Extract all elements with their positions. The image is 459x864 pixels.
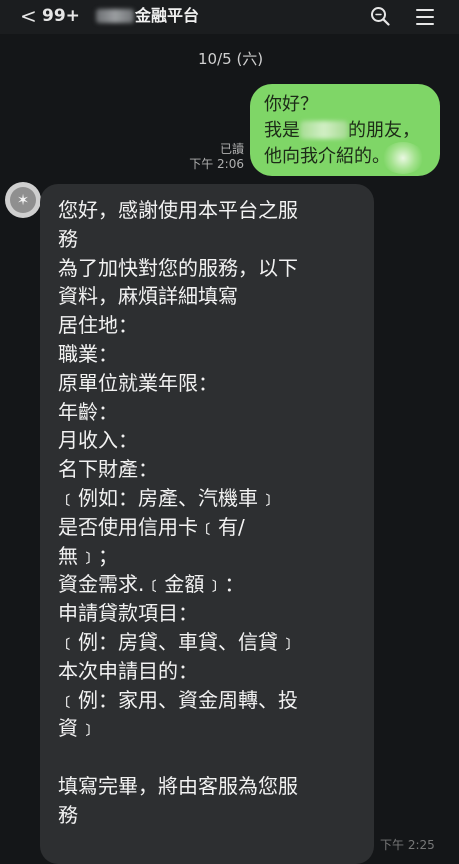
blurred-name-redaction xyxy=(96,9,134,23)
message-line: 資金需求.﹝金額﹞： xyxy=(58,572,245,597)
message-line: 原單位就業年限： xyxy=(58,370,218,395)
back-chevron-icon[interactable]: < xyxy=(20,4,37,28)
light-glare xyxy=(382,142,424,174)
message-line: ﹝例如：房產、汽機車﹞ xyxy=(58,485,278,510)
menu-icon[interactable] xyxy=(416,9,434,25)
message-timestamp: 下午 2:06 xyxy=(189,157,244,171)
message-line: 無﹞； xyxy=(58,543,118,568)
message-line: 你好？ xyxy=(264,94,318,115)
message-timestamp: 下午 2:25 xyxy=(380,838,435,852)
message-line: 職業： xyxy=(58,341,118,366)
message-line xyxy=(58,743,364,772)
message-line: 名下財產： xyxy=(58,457,158,482)
message-line: 填寫完畢，將由客服為您服 xyxy=(58,773,298,798)
message-line: 月收入： xyxy=(58,428,138,453)
message-line: ﹝例：房貸、車貸、信貸﹞ xyxy=(58,629,298,654)
message-line: 務 xyxy=(58,802,78,827)
message-line: 務 xyxy=(58,226,78,251)
message-text: 的朋友， xyxy=(348,120,420,141)
incoming-message-bubble[interactable]: 您好，感謝使用本平台之服務為了加快對您的服務，以下 資料，麻煩詳細填寫 居住地： 職業… xyxy=(40,184,374,864)
message-line: 您好，感謝使用本平台之服 xyxy=(58,198,298,222)
message-line: 居住地： xyxy=(58,313,138,338)
contact-avatar[interactable]: ✶ xyxy=(5,182,41,218)
date-separator: 10/5 (六) xyxy=(198,50,264,68)
message-line: ﹝例：家用、資金周轉、投 xyxy=(58,687,298,712)
message-line: 資料，麻煩詳細填寫 xyxy=(58,284,238,309)
message-line: 本次申請目的： xyxy=(58,658,198,683)
chat-header: < 99+ 金融平台 xyxy=(0,0,459,34)
message-line: 是否使用信用卡﹝有/ xyxy=(58,514,245,539)
unread-count[interactable]: 99+ xyxy=(42,6,80,26)
blurred-name-redaction xyxy=(300,121,348,139)
message-line: 申請貸款項目： xyxy=(58,601,198,626)
message-line: 年齡： xyxy=(58,399,118,424)
search-icon[interactable] xyxy=(370,6,390,26)
message-line: 我是 的朋友， xyxy=(264,118,430,144)
message-line: 資﹞ xyxy=(58,716,98,741)
read-receipt: 已讀 xyxy=(219,142,244,156)
avatar-star-icon: ✶ xyxy=(10,187,36,213)
message-line: 為了加快對您的服務，以下 xyxy=(58,255,298,280)
message-text: 我是 xyxy=(264,120,300,141)
chat-title: 金融平台 xyxy=(135,6,200,25)
